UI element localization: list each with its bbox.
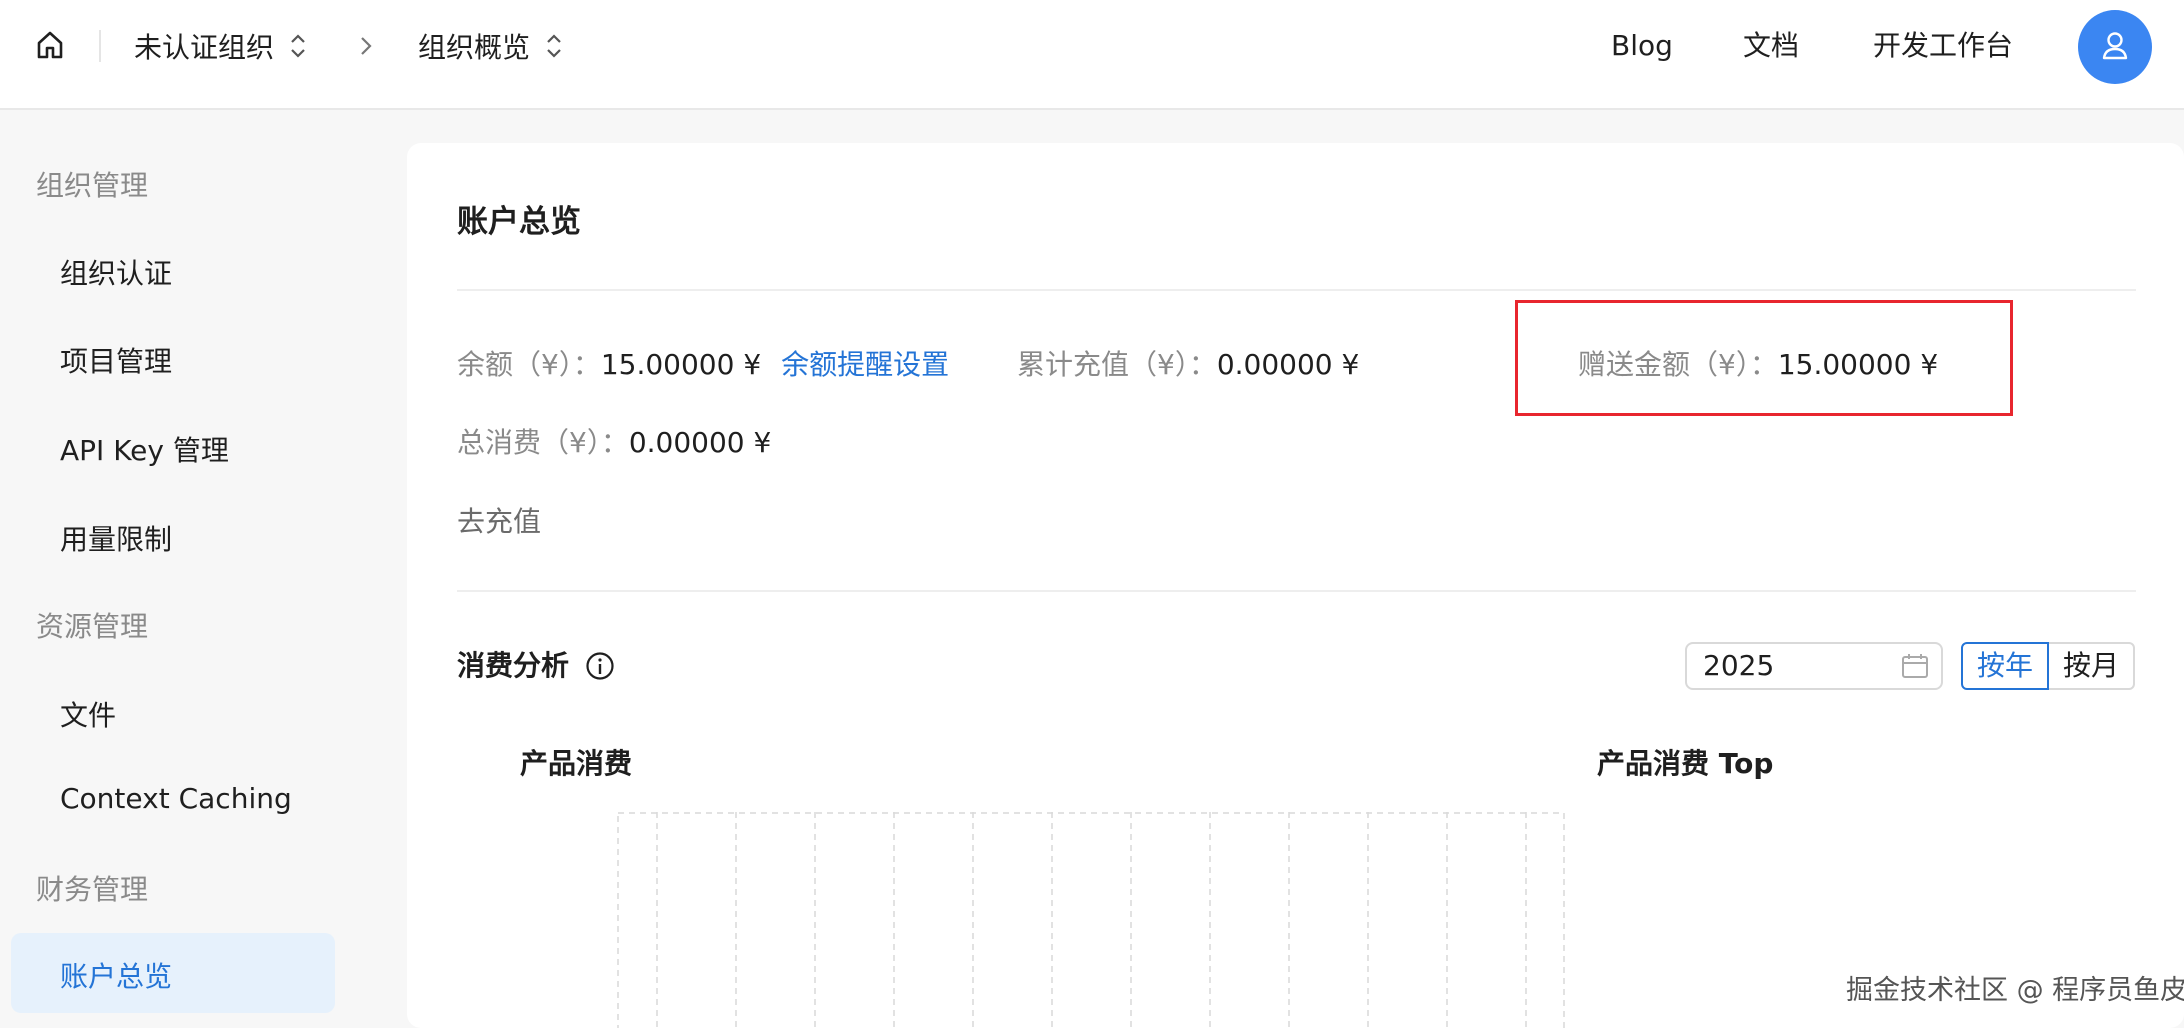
product-spend-chart: [617, 812, 1565, 1028]
sidebar-item-usage-limits[interactable]: 用量限制: [60, 518, 172, 558]
product-spend-title: 产品消费: [520, 747, 633, 780]
chevron-updown-icon: [291, 34, 305, 58]
nav-blog-link[interactable]: Blog: [1611, 24, 1673, 68]
org-switcher[interactable]: 未认证组织: [134, 24, 308, 68]
sidebar-group-finance: 财务管理: [36, 873, 149, 906]
sidebar-item-api-keys[interactable]: API Key 管理: [60, 429, 229, 469]
balance-value: 15.00000 ¥: [600, 348, 762, 381]
balance-stat: 余额（¥）：15.00000 ¥ 余额提醒设置: [457, 345, 949, 385]
sidebar-group-resources: 资源管理: [36, 610, 149, 643]
chevron-right-icon: [361, 37, 372, 55]
sidebar-item-context-caching[interactable]: Context Caching: [60, 782, 292, 815]
product-spend-top-title: 产品消费 Top: [1597, 747, 1774, 780]
sidebar-item-files[interactable]: 文件: [60, 694, 116, 734]
toggle-by-month[interactable]: 按月: [2047, 642, 2135, 690]
divider: [457, 289, 2136, 291]
gift-amount-stat: 赠送金额（¥）：15.00000 ¥: [1578, 345, 1938, 385]
year-value: 2025: [1703, 649, 1775, 682]
page-title: 账户总览: [457, 204, 581, 240]
divider: [457, 590, 2136, 592]
nav-docs-link[interactable]: 文档: [1743, 24, 1799, 68]
chevron-updown-icon: [547, 34, 561, 58]
gift-amount-value: 15.00000 ¥: [1777, 348, 1939, 381]
info-icon[interactable]: [584, 650, 616, 682]
toggle-by-year[interactable]: 按年: [1961, 642, 2049, 690]
calendar-icon: [1902, 654, 1928, 678]
total-recharge-stat: 累计充值（¥）：0.00000 ¥: [1017, 345, 1359, 385]
total-recharge-value: 0.00000 ¥: [1216, 348, 1360, 381]
total-spend-value: 0.00000 ¥: [628, 426, 772, 459]
user-icon: [2102, 32, 2128, 60]
balance-label: 余额（¥）：: [457, 348, 601, 381]
balance-alert-link[interactable]: 余额提醒设置: [781, 348, 949, 381]
recharge-link[interactable]: 去充值: [457, 500, 541, 540]
header-divider: [99, 30, 101, 62]
page-name: 组织概览: [418, 31, 531, 64]
user-avatar[interactable]: [2078, 10, 2152, 84]
org-name: 未认证组织: [134, 31, 275, 64]
year-picker[interactable]: 2025: [1685, 642, 1943, 690]
total-recharge-label: 累计充值（¥）：: [1017, 348, 1217, 381]
analysis-title: 消费分析: [457, 649, 570, 682]
total-spend-stat: 总消费（¥）：0.00000 ¥: [457, 423, 771, 463]
gift-amount-label: 赠送金额（¥）：: [1578, 348, 1778, 381]
home-icon[interactable]: [34, 29, 66, 61]
top-header: 未认证组织 组织概览 Blog 文档 开发工作台: [0, 0, 2184, 110]
sidebar-item-account-overview[interactable]: 账户总览: [60, 955, 172, 995]
nav-workbench-link[interactable]: 开发工作台: [1873, 24, 2013, 68]
sidebar-item-org-verify[interactable]: 组织认证: [60, 252, 172, 292]
watermark: 掘金技术社区 @ 程序员鱼皮: [1846, 975, 2184, 1006]
page-switcher[interactable]: 组织概览: [418, 24, 564, 68]
sidebar-item-projects[interactable]: 项目管理: [60, 340, 172, 380]
total-spend-label: 总消费（¥）：: [457, 426, 629, 459]
sidebar-group-org: 组织管理: [36, 169, 149, 202]
